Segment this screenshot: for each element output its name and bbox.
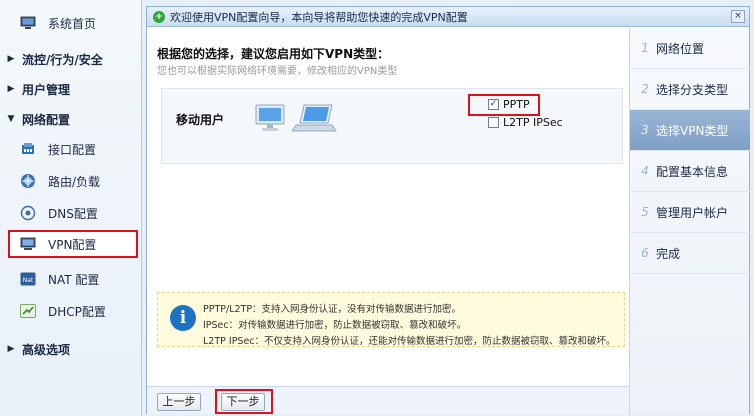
sidebar-section-network-config[interactable]: ▼ 网络配置 — [0, 104, 142, 134]
sidebar-item-dns-config[interactable]: DNS配置 — [0, 198, 142, 228]
interface-icon — [20, 141, 36, 157]
step-branch-type[interactable]: 2 选择分支类型 — [630, 69, 750, 110]
sidebar-item-nat-config[interactable]: Nat NAT 配置 — [0, 264, 142, 294]
step-finish[interactable]: 6 完成 — [630, 233, 750, 274]
page-subheading: 您也可以根据实际网络环境需要，修改相应的VPN类型 — [157, 66, 398, 77]
step-number: 1 — [641, 41, 649, 55]
wizard-title-bar: + 欢迎使用VPN配置向导，本向导将帮助您快速的完成VPN配置 × — [147, 7, 749, 27]
step-number: 4 — [641, 164, 649, 178]
sidebar-item-route-load[interactable]: 路由/负载 — [0, 166, 142, 196]
laptop-icon — [291, 103, 338, 135]
pptp-checkbox[interactable]: ✓ — [488, 99, 499, 110]
mobile-user-label: 移动用户 — [176, 113, 225, 127]
sidebar-item-home[interactable]: 系统首页 — [0, 8, 142, 38]
sidebar-item-label: 系统首页 — [48, 16, 97, 31]
nat-icon: Nat — [20, 271, 36, 287]
sidebar-item-label: 网络配置 — [22, 112, 71, 127]
desktop-computer-icon — [254, 104, 288, 132]
sidebar-section-flow-control[interactable]: ▶ 流控/行为/安全 — [0, 44, 142, 74]
chevron-right-icon: ▶ — [7, 84, 15, 94]
sidebar-item-label: 高级选项 — [22, 342, 71, 357]
l2tp-ipsec-option[interactable]: L2TP IPSec — [488, 116, 563, 129]
page-heading: 根据您的选择，建议您启用如下VPN类型： — [157, 47, 390, 61]
vpn-type-box: 移动用户 ✓ PPTP L2TP IPSec — [161, 88, 623, 164]
sidebar-item-label: 接口配置 — [48, 142, 97, 157]
l2tp-ipsec-checkbox[interactable] — [488, 117, 499, 128]
pptp-label: PPTP — [503, 98, 530, 111]
wizard-footer: 上一步 下一步 — [147, 386, 629, 414]
l2tp-ipsec-label: L2TP IPSec — [503, 116, 563, 129]
step-number: 3 — [641, 123, 649, 137]
step-label: 管理用户帐户 — [656, 205, 729, 220]
step-label: 选择VPN类型 — [656, 123, 729, 138]
wizard-icon: + — [153, 10, 165, 23]
sidebar-item-interface-config[interactable]: 接口配置 — [0, 134, 142, 164]
sidebar-section-advanced[interactable]: ▶ 高级选项 — [0, 334, 142, 364]
route-icon — [20, 173, 36, 189]
prev-step-button[interactable]: 上一步 — [157, 393, 201, 411]
vpn-icon — [20, 236, 36, 252]
sidebar-item-label: 路由/负载 — [48, 174, 101, 189]
dns-icon — [20, 205, 36, 221]
sidebar-item-vpn-config[interactable]: VPN配置 — [8, 230, 138, 258]
info-icon: i — [170, 305, 196, 331]
pptp-option[interactable]: ✓ PPTP — [488, 98, 530, 111]
monitor-icon — [20, 15, 36, 31]
step-user-accounts[interactable]: 5 管理用户帐户 — [630, 192, 750, 233]
chevron-right-icon: ▶ — [7, 344, 15, 354]
sidebar-item-dhcp-config[interactable]: DHCP配置 — [0, 296, 142, 326]
chevron-right-icon: ▶ — [7, 54, 15, 64]
chevron-down-icon: ▼ — [7, 114, 15, 124]
step-network-location[interactable]: 1 网络位置 — [630, 28, 750, 69]
step-number: 6 — [641, 246, 649, 260]
wizard-title: 欢迎使用VPN配置向导，本向导将帮助您快速的完成VPN配置 — [170, 10, 468, 24]
info-line-pptp-l2tp: PPTP/L2TP：支持入网身份认证，没有对传输数据进行加密。 — [203, 304, 462, 315]
step-label: 选择分支类型 — [656, 82, 729, 97]
next-step-button[interactable]: 下一步 — [221, 393, 265, 411]
sidebar-item-label: DNS配置 — [48, 206, 98, 221]
sidebar-item-label: 流控/行为/安全 — [22, 52, 103, 67]
close-button[interactable]: × — [731, 10, 745, 23]
dhcp-icon — [20, 303, 36, 319]
step-label: 配置基本信息 — [656, 164, 729, 179]
info-line-l2tp-ipsec: L2TP IPSec：不仅支持入网身份认证，还能对传输数据进行加密，防止数据被窃… — [203, 336, 616, 347]
wizard-content: 根据您的选择，建议您启用如下VPN类型： 您也可以根据实际网络环境需要，修改相应… — [147, 28, 629, 386]
step-vpn-type[interactable]: 3 选择VPN类型 — [630, 110, 750, 151]
wizard-steps: 1 网络位置 2 选择分支类型 3 选择VPN类型 4 配置基本信息 5 管理用… — [629, 28, 750, 414]
sidebar-item-label: 用户管理 — [22, 82, 71, 97]
step-number: 5 — [641, 205, 649, 219]
sidebar-section-user-management[interactable]: ▶ 用户管理 — [0, 74, 142, 104]
step-label: 网络位置 — [656, 41, 705, 56]
info-line-ipsec: IPSec：对传输数据进行加密，防止数据被窃取、篡改和破坏。 — [203, 320, 467, 331]
sidebar-item-label: DHCP配置 — [48, 304, 106, 319]
sidebar-item-label: VPN配置 — [48, 237, 97, 252]
step-number: 2 — [641, 82, 649, 96]
svg-text:Nat: Nat — [23, 277, 34, 284]
vpn-wizard-panel: + 欢迎使用VPN配置向导，本向导将帮助您快速的完成VPN配置 × 根据您的选择… — [146, 6, 750, 414]
step-basic-info[interactable]: 4 配置基本信息 — [630, 151, 750, 192]
info-box: i PPTP/L2TP：支持入网身份认证，没有对传输数据进行加密。 IPSec：… — [157, 292, 625, 347]
step-label: 完成 — [656, 246, 681, 261]
sidebar: 系统首页 ▶ 流控/行为/安全 ▶ 用户管理 ▼ 网络配置 接口配置 路由/负载… — [0, 0, 142, 416]
sidebar-item-label: NAT 配置 — [48, 272, 100, 287]
